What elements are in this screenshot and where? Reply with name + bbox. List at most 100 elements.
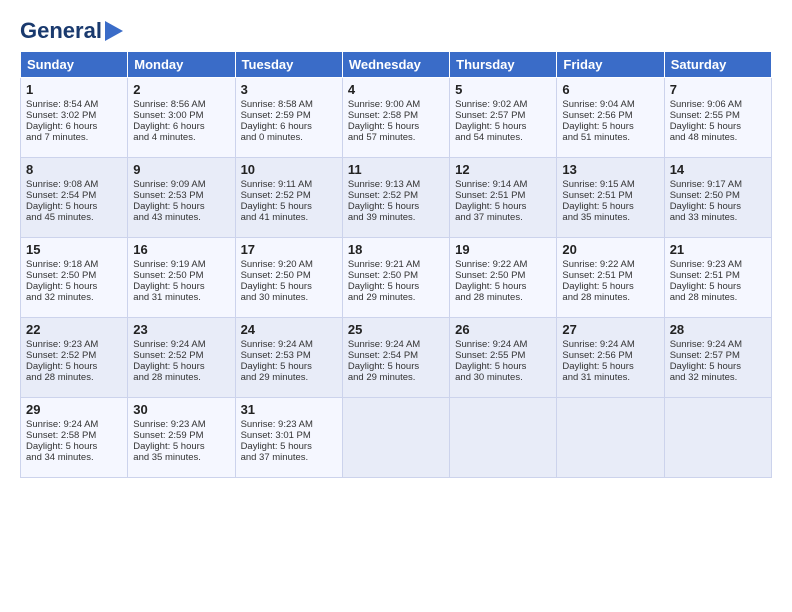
day-info-line: Daylight: 5 hours xyxy=(133,281,229,292)
day-info-line: Daylight: 5 hours xyxy=(670,281,766,292)
day-cell xyxy=(450,398,557,478)
day-cell: 1Sunrise: 8:54 AMSunset: 3:02 PMDaylight… xyxy=(21,78,128,158)
col-header-tuesday: Tuesday xyxy=(235,52,342,78)
day-info-line: Sunrise: 9:22 AM xyxy=(562,259,658,270)
day-number: 31 xyxy=(241,402,337,417)
day-info-line: and 31 minutes. xyxy=(133,292,229,303)
day-info-line: Daylight: 5 hours xyxy=(348,361,444,372)
day-cell: 27Sunrise: 9:24 AMSunset: 2:56 PMDayligh… xyxy=(557,318,664,398)
day-number: 28 xyxy=(670,322,766,337)
day-info-line: Sunrise: 9:19 AM xyxy=(133,259,229,270)
day-info-line: Sunrise: 9:20 AM xyxy=(241,259,337,270)
day-info-line: Daylight: 5 hours xyxy=(670,121,766,132)
day-info-line: Daylight: 6 hours xyxy=(241,121,337,132)
day-info-line: Sunset: 2:57 PM xyxy=(670,350,766,361)
day-info-line: Sunset: 2:56 PM xyxy=(562,110,658,121)
day-cell: 11Sunrise: 9:13 AMSunset: 2:52 PMDayligh… xyxy=(342,158,449,238)
day-info-line: Daylight: 5 hours xyxy=(26,201,122,212)
day-cell: 5Sunrise: 9:02 AMSunset: 2:57 PMDaylight… xyxy=(450,78,557,158)
day-cell: 2Sunrise: 8:56 AMSunset: 3:00 PMDaylight… xyxy=(128,78,235,158)
week-row-2: 8Sunrise: 9:08 AMSunset: 2:54 PMDaylight… xyxy=(21,158,772,238)
day-info-line: Sunset: 2:54 PM xyxy=(348,350,444,361)
day-number: 13 xyxy=(562,162,658,177)
day-info-line: Sunrise: 8:58 AM xyxy=(241,99,337,110)
day-info-line: and 0 minutes. xyxy=(241,132,337,143)
day-info-line: Sunrise: 9:02 AM xyxy=(455,99,551,110)
day-cell: 13Sunrise: 9:15 AMSunset: 2:51 PMDayligh… xyxy=(557,158,664,238)
day-cell: 18 Sunrise: 9:21 AMSunset: 2:50 PMDayligh… xyxy=(342,238,449,318)
day-info-line: and 29 minutes. xyxy=(348,292,444,303)
day-number: 18 xyxy=(348,242,444,257)
day-info-line: Sunset: 3:01 PM xyxy=(241,430,337,441)
day-number: 16 xyxy=(133,242,229,257)
day-cell: 23Sunrise: 9:24 AMSunset: 2:52 PMDayligh… xyxy=(128,318,235,398)
day-info-line: and 43 minutes. xyxy=(133,212,229,223)
day-info-line: Daylight: 5 hours xyxy=(348,281,444,292)
day-number: 4 xyxy=(348,82,444,97)
day-info-line: Daylight: 5 hours xyxy=(562,201,658,212)
day-cell: 19Sunrise: 9:22 AMSunset: 2:50 PMDayligh… xyxy=(450,238,557,318)
day-info-line: and 30 minutes. xyxy=(455,372,551,383)
day-info-line: and 32 minutes. xyxy=(26,292,122,303)
week-row-5: 29Sunrise: 9:24 AMSunset: 2:58 PMDayligh… xyxy=(21,398,772,478)
col-header-wednesday: Wednesday xyxy=(342,52,449,78)
day-cell: 25Sunrise: 9:24 AMSunset: 2:54 PMDayligh… xyxy=(342,318,449,398)
day-info-line: and 54 minutes. xyxy=(455,132,551,143)
day-number: 24 xyxy=(241,322,337,337)
day-info-line: Sunset: 2:50 PM xyxy=(455,270,551,281)
day-info-line: Daylight: 5 hours xyxy=(241,201,337,212)
day-number: 2 xyxy=(133,82,229,97)
day-info-line: Sunrise: 9:04 AM xyxy=(562,99,658,110)
day-cell: 24Sunrise: 9:24 AMSunset: 2:53 PMDayligh… xyxy=(235,318,342,398)
day-info-line: and 39 minutes. xyxy=(348,212,444,223)
day-info-line: and 37 minutes. xyxy=(455,212,551,223)
day-number: 22 xyxy=(26,322,122,337)
day-info-line: Sunrise: 8:54 AM xyxy=(26,99,122,110)
col-header-thursday: Thursday xyxy=(450,52,557,78)
day-info-line: Sunrise: 9:21 AM xyxy=(348,259,444,270)
day-info-line: and 32 minutes. xyxy=(670,372,766,383)
day-number: 14 xyxy=(670,162,766,177)
day-cell: 30Sunrise: 9:23 AMSunset: 2:59 PMDayligh… xyxy=(128,398,235,478)
day-number: 6 xyxy=(562,82,658,97)
day-info-line: Sunset: 2:51 PM xyxy=(562,190,658,201)
day-number: 30 xyxy=(133,402,229,417)
col-header-monday: Monday xyxy=(128,52,235,78)
day-cell: 12Sunrise: 9:14 AMSunset: 2:51 PMDayligh… xyxy=(450,158,557,238)
day-info-line: and 28 minutes. xyxy=(562,292,658,303)
day-info-line: Sunrise: 9:00 AM xyxy=(348,99,444,110)
day-info-line: and 28 minutes. xyxy=(670,292,766,303)
day-info-line: Sunset: 2:50 PM xyxy=(26,270,122,281)
logo-general: General xyxy=(20,18,102,43)
day-info-line: Sunset: 2:56 PM xyxy=(562,350,658,361)
calendar-table: SundayMondayTuesdayWednesdayThursdayFrid… xyxy=(20,51,772,478)
col-header-saturday: Saturday xyxy=(664,52,771,78)
day-cell: 31Sunrise: 9:23 AMSunset: 3:01 PMDayligh… xyxy=(235,398,342,478)
day-info-line: Sunrise: 9:06 AM xyxy=(670,99,766,110)
day-info-line: Sunset: 2:50 PM xyxy=(348,270,444,281)
day-info-line: Sunrise: 8:56 AM xyxy=(133,99,229,110)
day-cell: 6Sunrise: 9:04 AMSunset: 2:56 PMDaylight… xyxy=(557,78,664,158)
day-info-line: Sunset: 2:53 PM xyxy=(241,350,337,361)
day-info-line: and 29 minutes. xyxy=(348,372,444,383)
day-info-line: Sunrise: 9:08 AM xyxy=(26,179,122,190)
day-info-line: Sunset: 2:50 PM xyxy=(133,270,229,281)
day-info-line: and 28 minutes. xyxy=(133,372,229,383)
day-cell: 17Sunrise: 9:20 AMSunset: 2:50 PMDayligh… xyxy=(235,238,342,318)
day-number: 27 xyxy=(562,322,658,337)
day-info-line: Sunset: 3:00 PM xyxy=(133,110,229,121)
week-row-4: 22Sunrise: 9:23 AMSunset: 2:52 PMDayligh… xyxy=(21,318,772,398)
day-number: 9 xyxy=(133,162,229,177)
day-info-line: and 48 minutes. xyxy=(670,132,766,143)
day-number: 12 xyxy=(455,162,551,177)
day-info-line: Daylight: 5 hours xyxy=(26,441,122,452)
day-info-line: and 29 minutes. xyxy=(241,372,337,383)
day-info-line: Sunset: 2:59 PM xyxy=(241,110,337,121)
day-info-line: Sunset: 2:57 PM xyxy=(455,110,551,121)
day-info-line: and 28 minutes. xyxy=(26,372,122,383)
day-info-line: Daylight: 5 hours xyxy=(455,361,551,372)
day-cell: 9Sunrise: 9:09 AMSunset: 2:53 PMDaylight… xyxy=(128,158,235,238)
day-info-line: Sunset: 2:55 PM xyxy=(455,350,551,361)
day-cell xyxy=(557,398,664,478)
day-cell: 14Sunrise: 9:17 AMSunset: 2:50 PMDayligh… xyxy=(664,158,771,238)
